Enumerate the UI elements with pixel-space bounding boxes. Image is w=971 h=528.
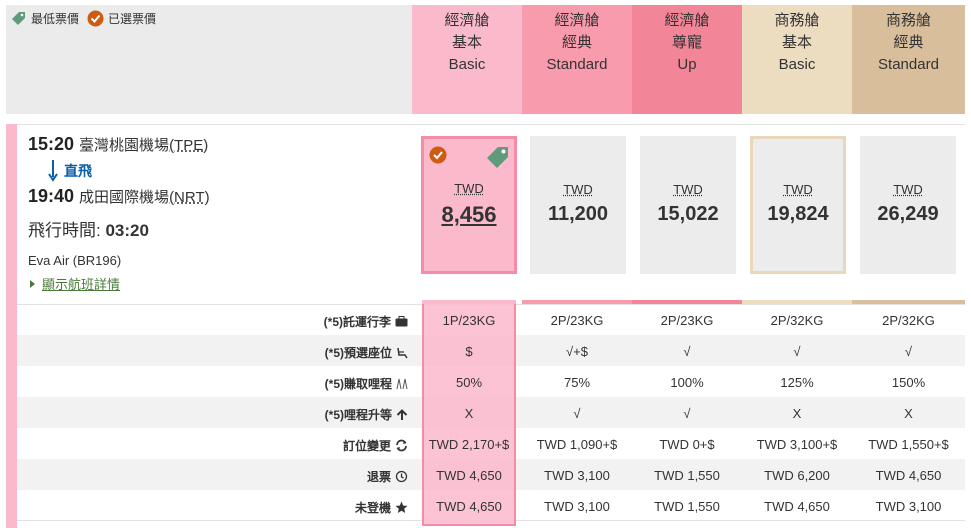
table-cell: TWD 1,550: [654, 499, 720, 514]
table-cell: TWD 4,650: [436, 468, 502, 483]
row-label: (*5)賺取哩程: [0, 375, 408, 392]
arrival-code[interactable]: (NRT): [169, 189, 210, 206]
table-cell: X: [792, 406, 802, 421]
table-cell: TWD 3,100+$: [756, 437, 838, 452]
legend: 最低票價 已選票價: [10, 10, 164, 27]
table-cell: $: [465, 344, 473, 359]
fare-option-economy-basic[interactable]: TWD 8,456: [421, 136, 517, 274]
table-cell: TWD 1,550+$: [868, 437, 949, 452]
row-label: (*5)託運行李: [0, 313, 408, 330]
table-cell: 100%: [670, 375, 704, 390]
change-icon: [395, 439, 408, 452]
fare-option-business-standard[interactable]: TWD 26,249: [860, 136, 956, 274]
flight-info: 15:20 臺灣桃園機場(TPE) 直飛 19:40 成田國際機場(NRT) 飛…: [28, 134, 408, 293]
arrival-airport: 成田國際機場(NRT): [79, 189, 210, 206]
fare-column-header-business-basic[interactable]: 商務艙 基本 Basic: [742, 5, 852, 114]
table-cell: TWD 3,100: [875, 499, 942, 514]
seat-icon: [396, 347, 408, 359]
refund-icon: [395, 470, 408, 483]
table-cell: TWD 2,170+$: [428, 437, 510, 452]
table-cell: √: [573, 406, 581, 421]
fare-column-header-economy-standard[interactable]: 經濟艙 經典 Standard: [522, 5, 632, 114]
row-label: 訂位變更: [0, 437, 408, 454]
table-cell: TWD 3,100: [544, 499, 610, 514]
table-cell: TWD 4,650: [436, 499, 502, 514]
upgrade-arrow-icon: [396, 408, 408, 421]
tag-icon: [12, 12, 25, 25]
row-label: 退票: [0, 468, 408, 485]
table-cell: TWD 1,090+$: [536, 437, 618, 452]
check-circle-icon: [87, 10, 104, 27]
fare-option-business-basic[interactable]: TWD 19,824: [750, 136, 846, 274]
table-cell: 2P/23KG: [660, 313, 714, 328]
luggage-icon: [395, 316, 408, 327]
star-icon: [395, 501, 408, 514]
table-cell: 125%: [780, 375, 814, 390]
table-cell: 2P/32KG: [882, 313, 935, 328]
table-cell: X: [464, 406, 474, 421]
flight-duration: 飛行時間: 03:20: [28, 221, 149, 240]
departure-time: 15:20: [28, 134, 75, 154]
table-cell: TWD 4,650: [875, 468, 942, 483]
table-cell: √: [793, 344, 801, 359]
table-cell: TWD 0+$: [659, 437, 715, 452]
table-cell: TWD 6,200: [764, 468, 830, 483]
fare-column-header-business-standard[interactable]: 商務艙 經典 Standard: [852, 5, 965, 114]
carrier: Eva Air (BR196): [28, 253, 122, 268]
show-flight-details-link[interactable]: 顯示航班詳情: [28, 274, 408, 293]
direct-flight: 直飛: [28, 156, 408, 186]
table-cell: TWD 4,650: [764, 499, 830, 514]
arrival-time: 19:40: [28, 186, 75, 206]
fare-option-economy-standard[interactable]: TWD 11,200: [530, 136, 626, 274]
table-cell: 150%: [891, 375, 926, 390]
table-cell: TWD 1,550: [654, 468, 720, 483]
table-cell: 75%: [563, 375, 591, 390]
row-label: (*5)預選座位: [0, 344, 408, 361]
legend-selected: 已選票價: [87, 10, 156, 27]
table-cell: √+$: [566, 344, 588, 359]
table-cell: √: [904, 344, 913, 359]
arrow-down-icon: [48, 160, 58, 182]
departure-row: 15:20 臺灣桃園機場(TPE): [28, 134, 408, 156]
arrival-row: 19:40 成田國際機場(NRT): [28, 186, 408, 208]
table-cell: 2P/23KG: [550, 313, 604, 328]
table-cell: √: [683, 406, 691, 421]
table-cell: 1P/23KG: [442, 313, 496, 328]
legend-lowest: 最低票價: [10, 10, 79, 27]
table-cell: TWD 3,100: [544, 468, 610, 483]
fare-column-header-economy-basic[interactable]: 經濟艙 基本 Basic: [412, 5, 522, 114]
table-cell: X: [904, 406, 913, 421]
caret-right-icon: [30, 279, 35, 288]
departure-airport: 臺灣桃園機場(TPE): [79, 137, 209, 154]
row-label: (*5)哩程升等: [0, 406, 408, 423]
row-label: 未登機: [0, 499, 408, 516]
table-cell: 2P/32KG: [770, 313, 824, 328]
table-cell: √: [683, 344, 691, 359]
lowest-fare-tag-icon: [487, 147, 508, 168]
miles-icon: [396, 378, 408, 390]
fare-option-economy-up[interactable]: TWD 15,022: [640, 136, 736, 274]
departure-code[interactable]: (TPE): [169, 137, 208, 154]
table-cell: 50%: [455, 375, 483, 390]
check-circle-icon: [429, 146, 447, 164]
fare-column-header-economy-up[interactable]: 經濟艙 尊寵 Up: [632, 5, 742, 114]
